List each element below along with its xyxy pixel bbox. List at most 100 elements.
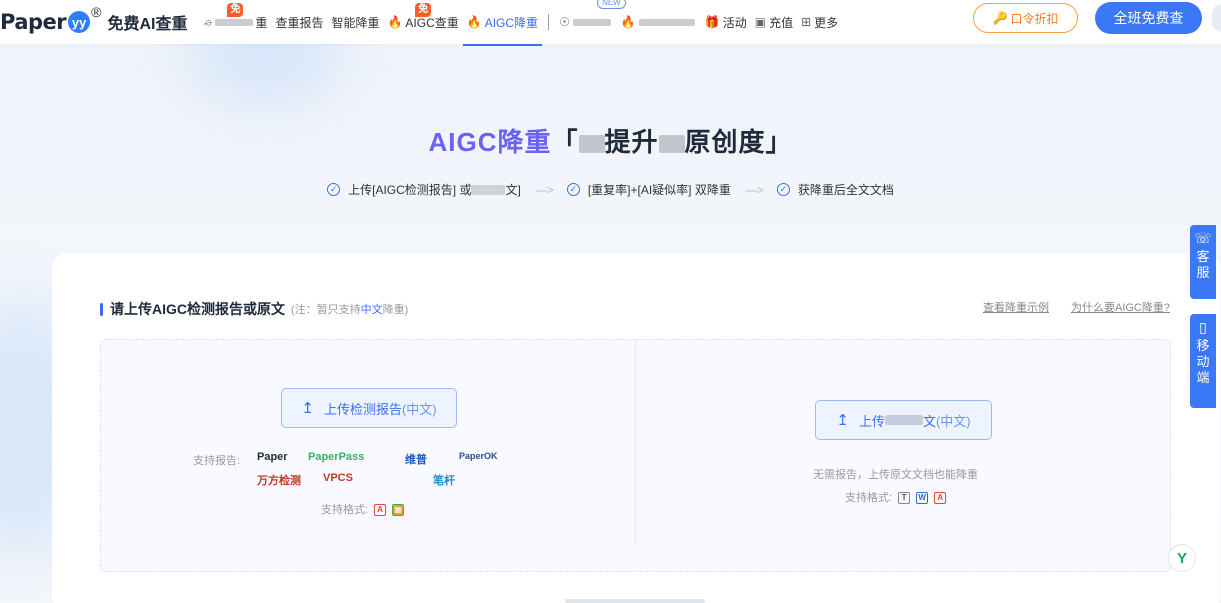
brand-paper: Paper bbox=[257, 451, 288, 463]
upload-report-button[interactable]: ↥ 上传检测报告 (中文) bbox=[281, 388, 457, 428]
upload-icon: ↥ bbox=[301, 400, 314, 417]
word-icon: W bbox=[916, 492, 929, 505]
side-label: 客 bbox=[1196, 249, 1210, 264]
nav-item-smart-rewrite[interactable]: 智能降重 bbox=[327, 0, 383, 44]
section-title: 请上传AIGC检测报告或原文 bbox=[110, 301, 285, 317]
fire-icon: 🔥 bbox=[620, 15, 636, 29]
nav-item-new[interactable]: ☉ NEW bbox=[555, 0, 626, 44]
nav-item-label: 重 bbox=[255, 15, 268, 30]
logo[interactable]: Paper yy ® 免费AI查重 bbox=[0, 0, 187, 44]
nav-menu: ⌮ 重 免 查重报告 智能降重 🔥 AIGC查重 免 🔥 AIGC降重 ☉ NE… bbox=[199, 0, 842, 46]
upload-area: ↥ 上传检测报告 (中文) 支持报告: Paper PaperPass 维普 Pa… bbox=[100, 339, 1171, 572]
avatar[interactable] bbox=[1212, 4, 1221, 32]
customer-service-button[interactable]: ☏ 客 服 bbox=[1190, 225, 1216, 299]
gift-icon: 🎁 bbox=[704, 15, 720, 29]
title-part: 提升 bbox=[604, 127, 659, 157]
brand-cnki: PaperOK bbox=[459, 451, 498, 461]
redacted-text bbox=[884, 415, 923, 425]
check-circle-icon: ✓ bbox=[566, 183, 580, 196]
fire-icon: 🔥 bbox=[466, 15, 482, 29]
mobile-app-button[interactable]: ▯ 移 动 端 bbox=[1190, 314, 1216, 408]
logo-text: Paper bbox=[0, 10, 67, 34]
format-label-text: 支持格式: bbox=[321, 504, 369, 516]
upload-original-button[interactable]: ↥ 上传 文 (中文) bbox=[815, 400, 992, 440]
top-nav: Paper yy ® 免费AI查重 ⌮ 重 免 查重报告 智能降重 🔥 AIGC… bbox=[0, 0, 1221, 46]
nav-item-label: 更多 bbox=[814, 15, 839, 30]
class-free-check-button[interactable]: 全班免费查 bbox=[1095, 2, 1202, 34]
section-marker bbox=[100, 302, 103, 316]
support-report-label: 支持报告: bbox=[193, 455, 241, 467]
logo-badge-icon: yy bbox=[68, 11, 91, 33]
step-download: ✓ 获降重后全文文档 bbox=[776, 181, 894, 198]
arrow-icon: ----> bbox=[744, 182, 764, 197]
search-doc-icon: ⌮ bbox=[203, 14, 213, 29]
steps-row: ✓ 上传[AIGC检测报告] 或 文] ----> ✓ [重复率]+[AI疑似率… bbox=[0, 181, 1221, 198]
nav-item-check[interactable]: ⌮ 重 免 bbox=[199, 0, 271, 44]
upload-icon: ↥ bbox=[836, 412, 849, 429]
logo-subtitle: 免费AI查重 bbox=[107, 16, 188, 33]
pdf-icon: A bbox=[374, 504, 387, 517]
title-part: 原创度」 bbox=[684, 127, 793, 157]
wallet-icon: ▣ bbox=[754, 15, 767, 29]
button-label: 上传 bbox=[858, 413, 885, 429]
redacted-text bbox=[658, 135, 685, 154]
side-label: 端 bbox=[1196, 370, 1210, 385]
no-report-hint: 无需报告，上传原文文档也能降重 bbox=[813, 469, 978, 481]
upload-card: 请上传AIGC检测报告或原文 (注：暂只支持中文降重) 查看降重示例 为什么要A… bbox=[52, 253, 1220, 603]
button-label: 上传检测报告 bbox=[323, 401, 402, 417]
column-divider bbox=[635, 340, 636, 545]
title-accent: AIGC降重 bbox=[428, 127, 552, 157]
check-circle-icon: ✓ bbox=[327, 183, 341, 196]
step-upload: ✓ 上传[AIGC检测报告] 或 文] bbox=[327, 181, 521, 198]
support-format-label: 支持格式: A ▦ bbox=[321, 501, 405, 517]
note-highlight: 中文 bbox=[360, 304, 383, 316]
button-label-mid: 文 bbox=[922, 413, 936, 429]
brand-paperpass: PaperPass bbox=[308, 451, 365, 463]
view-example-link[interactable]: 查看降重示例 bbox=[983, 299, 1049, 315]
nav-item-label: AIGC查重 bbox=[405, 15, 459, 30]
nav-item-label: 查重报告 bbox=[275, 15, 324, 30]
nav-item-label: AIGC降重 bbox=[484, 15, 539, 30]
coupon-label: 口令折扣 bbox=[1010, 11, 1059, 26]
nav-item-more[interactable]: ⊞ 更多 bbox=[797, 0, 842, 44]
step-label: 上传[AIGC检测报告] 或 bbox=[348, 183, 472, 197]
arrow-icon: ----> bbox=[534, 182, 554, 197]
why-aigc-link[interactable]: 为什么要AIGC降重? bbox=[1071, 299, 1170, 315]
nav-item-label: 充值 bbox=[769, 15, 794, 30]
step-label: [重复率]+[AI疑似率] 双降重 bbox=[587, 183, 731, 197]
redacted-text bbox=[578, 135, 605, 154]
button-suffix: (中文) bbox=[935, 413, 971, 429]
pdf-icon: A bbox=[934, 492, 947, 505]
fire-icon: 🔥 bbox=[387, 15, 403, 29]
side-label: 动 bbox=[1196, 354, 1210, 369]
nav-item-aigc-rewrite[interactable]: 🔥 AIGC降重 bbox=[462, 0, 543, 46]
zip-icon: ▦ bbox=[392, 504, 405, 517]
page-title: AIGC降重「 提升 原创度」 bbox=[0, 122, 1221, 159]
nav-item-label: 活动 bbox=[722, 15, 747, 30]
brain-icon: ☉ bbox=[559, 15, 570, 29]
grid-icon: ⊞ bbox=[801, 15, 812, 29]
button-suffix: (中文) bbox=[401, 401, 437, 417]
side-label: 服 bbox=[1196, 265, 1210, 280]
nav-item-label: 智能降重 bbox=[331, 15, 380, 30]
brand-weipu: 维普 bbox=[405, 454, 427, 466]
step-label-end: 文] bbox=[505, 183, 521, 197]
bottom-handle bbox=[565, 599, 705, 603]
note-prefix: (注：暂只支持 bbox=[291, 304, 361, 316]
phone-icon: ▯ bbox=[1199, 319, 1207, 335]
title-part: 「 bbox=[551, 127, 579, 157]
nav-item-activity[interactable]: 🎁 活动 bbox=[701, 0, 751, 44]
nav-item-report[interactable]: 查重报告 bbox=[271, 0, 327, 44]
free-badge: 免 bbox=[415, 3, 432, 17]
redacted-text bbox=[471, 184, 506, 195]
nav-divider bbox=[548, 14, 550, 30]
coupon-button[interactable]: 🔑 口令折扣 bbox=[973, 3, 1078, 33]
nav-item-recharge[interactable]: ▣ 充值 bbox=[751, 0, 797, 44]
assistant-bot-icon[interactable]: Y bbox=[1168, 544, 1196, 572]
brand-bigan: 笔杆 bbox=[433, 475, 455, 487]
txt-icon: T bbox=[898, 492, 911, 505]
nav-item-aigc-check[interactable]: 🔥 AIGC查重 免 bbox=[383, 0, 462, 44]
side-label: 移 bbox=[1196, 338, 1210, 353]
redacted-text bbox=[215, 18, 254, 26]
nav-item-hot[interactable]: 🔥 bbox=[617, 0, 701, 44]
